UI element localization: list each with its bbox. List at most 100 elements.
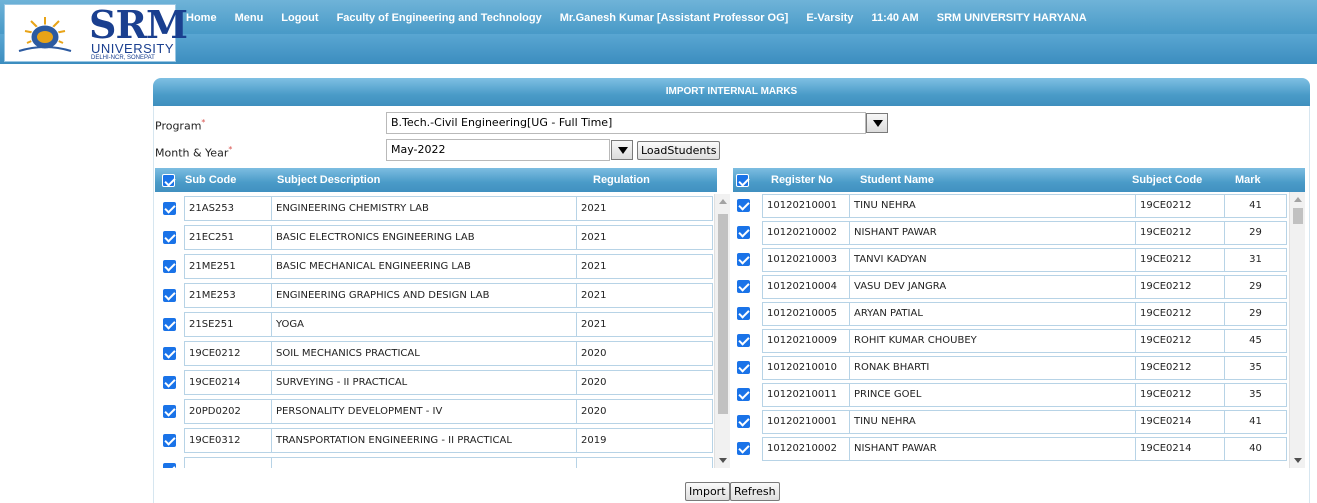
subject-code-cell: 19CE0212	[1135, 356, 1225, 380]
student-row[interactable]: 10120210002 NISHANT PAWAR 19CE0212 29	[733, 219, 1287, 246]
subject-row[interactable]: 21SE251 YOGA 2021	[155, 310, 713, 339]
refresh-button[interactable]: Refresh	[730, 482, 780, 501]
subject-row[interactable]: 21EC251 BASIC ELECTRONICS ENGINEERING LAB…	[155, 223, 713, 252]
university-emblem-icon	[18, 17, 72, 52]
regulation-cell: 2021	[576, 225, 713, 250]
mark-cell: 35	[1224, 356, 1287, 380]
subjects-scrollbar[interactable]	[714, 194, 730, 468]
student-row[interactable]: 10120210004 VASU DEV JANGRA 19CE0212 29	[733, 273, 1287, 300]
subject-code-cell: 19CE0212	[1135, 194, 1225, 218]
srm-logo[interactable]: SRM UNIVERSITY DELHI-NCR, SONEPAT	[4, 4, 188, 62]
select-all-subjects-checkbox[interactable]	[162, 174, 175, 187]
regulation-cell	[576, 457, 713, 468]
subject-row-checkbox[interactable]	[163, 347, 176, 360]
register-no-cell: 10120210003	[762, 248, 850, 272]
student-row[interactable]: 10120210009 ROHIT KUMAR CHOUBEY 19CE0212 45	[733, 327, 1287, 354]
month-year-dropdown-icon[interactable]	[611, 140, 633, 160]
load-students-button[interactable]: LoadStudents	[637, 141, 721, 160]
student-row-checkbox[interactable]	[737, 415, 750, 428]
regulation-cell: 2019	[576, 428, 713, 453]
subject-row-checkbox[interactable]	[163, 202, 176, 215]
mark-cell: 29	[1224, 302, 1287, 326]
subject-row[interactable]: 19CE0212 SOIL MECHANICS PRACTICAL 2020	[155, 339, 713, 368]
subject-row[interactable]: 19CE0312 TRANSPORTATION ENGINEERING - II …	[155, 426, 713, 455]
program-dropdown-icon[interactable]	[866, 113, 888, 133]
student-name-cell: RONAK BHARTI	[849, 356, 1136, 380]
student-row-checkbox[interactable]	[737, 226, 750, 239]
register-no-cell: 10120210011	[762, 383, 850, 407]
scroll-down-icon[interactable]	[719, 458, 727, 463]
student-name-cell: NISHANT PAWAR	[849, 221, 1136, 245]
program-select[interactable]: B.Tech.-Civil Engineering[UG - Full Time…	[386, 112, 866, 134]
students-scrollbar[interactable]	[1289, 192, 1305, 468]
subject-row-checkbox[interactable]	[163, 318, 176, 331]
student-row[interactable]: 10120210003 TANVI KADYAN 19CE0212 31	[733, 246, 1287, 273]
scroll-up-icon[interactable]	[1294, 197, 1302, 202]
logo-university-text: UNIVERSITY	[91, 41, 175, 56]
subject-code-cell: 19CE0212	[1135, 275, 1225, 299]
subject-row[interactable]: 19CE0214 SURVEYING - II PRACTICAL 2020	[155, 368, 713, 397]
logo-wordmark: SRM	[89, 2, 188, 47]
subject-row[interactable]: 21ME253 ENGINEERING GRAPHICS AND DESIGN L…	[155, 281, 713, 310]
subject-row-checkbox[interactable]	[163, 405, 176, 418]
student-row-checkbox[interactable]	[737, 280, 750, 293]
subject-row-checkbox[interactable]	[163, 463, 176, 468]
regulation-cell: 2021	[576, 196, 713, 221]
subject-row-checkbox[interactable]	[163, 231, 176, 244]
students-scroll-thumb[interactable]	[1293, 208, 1303, 224]
student-row[interactable]: 10120210001 TINU NEHRA 19CE0214 41	[733, 408, 1287, 435]
subject-row-checkbox[interactable]	[163, 260, 176, 273]
student-row[interactable]: 10120210001 TINU NEHRA 19CE0212 41	[733, 192, 1287, 219]
sub-code-cell: 19CE0312	[184, 428, 272, 453]
student-row-checkbox[interactable]	[737, 253, 750, 266]
nav-menu-link[interactable]: Menu	[235, 12, 264, 24]
register-no-cell: 10120210004	[762, 275, 850, 299]
student-row-checkbox[interactable]	[737, 388, 750, 401]
register-no-cell: 10120210001	[762, 194, 850, 218]
subject-row-checkbox[interactable]	[163, 434, 176, 447]
register-no-cell: 10120210001	[762, 410, 850, 434]
sub-code-cell: 21ME253	[184, 283, 272, 308]
student-row[interactable]: 10120210002 NISHANT PAWAR 19CE0214 40	[733, 435, 1287, 462]
student-row-checkbox[interactable]	[737, 334, 750, 347]
subject-row[interactable]	[155, 455, 713, 468]
nav-logout-link[interactable]: Logout	[281, 12, 318, 24]
regulation-cell: 2021	[576, 283, 713, 308]
mark-cell: 29	[1224, 275, 1287, 299]
scroll-up-icon[interactable]	[719, 199, 727, 204]
subject-row-checkbox[interactable]	[163, 376, 176, 389]
top-nav: Home Menu Logout Faculty of Engineering …	[186, 12, 1087, 24]
month-year-label: Month & Year*	[155, 145, 233, 160]
sub-code-cell: 19CE0212	[184, 341, 272, 366]
student-row[interactable]: 10120210011 PRINCE GOEL 19CE0212 35	[733, 381, 1287, 408]
student-name-cell: ARYAN PATIAL	[849, 302, 1136, 326]
scroll-down-icon[interactable]	[1294, 458, 1302, 463]
student-row-checkbox[interactable]	[737, 361, 750, 374]
nav-institution-text: SRM UNIVERSITY HARYANA	[936, 12, 1087, 24]
nav-home-link[interactable]: Home	[186, 12, 217, 24]
student-row-checkbox[interactable]	[737, 307, 750, 320]
nav-user-text: Mr.Ganesh Kumar [Assistant Professor OG]	[559, 12, 789, 24]
select-all-students-checkbox[interactable]	[736, 174, 749, 187]
col-subject-description: Subject Description	[277, 174, 381, 186]
import-button[interactable]: Import	[685, 482, 730, 501]
student-row[interactable]: 10120210010 RONAK BHARTI 19CE0212 35	[733, 354, 1287, 381]
required-mark: *	[201, 118, 206, 127]
program-label: Program*	[155, 118, 206, 133]
student-row[interactable]: 10120210005 ARYAN PATIAL 19CE0212 29	[733, 300, 1287, 327]
register-no-cell: 10120210002	[762, 221, 850, 245]
month-year-select[interactable]: May-2022	[386, 139, 610, 161]
top-bar-lower	[0, 34, 1317, 64]
subject-code-cell: 19CE0214	[1135, 437, 1225, 461]
mark-cell: 45	[1224, 329, 1287, 353]
subject-row[interactable]: 20PD0202 PERSONALITY DEVELOPMENT - IV 2020	[155, 397, 713, 426]
sub-code-cell: 21AS253	[184, 196, 272, 221]
subject-row-checkbox[interactable]	[163, 289, 176, 302]
student-row-checkbox[interactable]	[737, 199, 750, 212]
col-mark: Mark	[1235, 174, 1261, 186]
student-row-checkbox[interactable]	[737, 442, 750, 455]
subject-row[interactable]: 21AS253 ENGINEERING CHEMISTRY LAB 2021	[155, 194, 713, 223]
subjects-scroll-thumb[interactable]	[718, 214, 728, 414]
subject-row[interactable]: 21ME251 BASIC MECHANICAL ENGINEERING LAB 2…	[155, 252, 713, 281]
nav-evarsity-text: E-Varsity	[806, 12, 854, 24]
